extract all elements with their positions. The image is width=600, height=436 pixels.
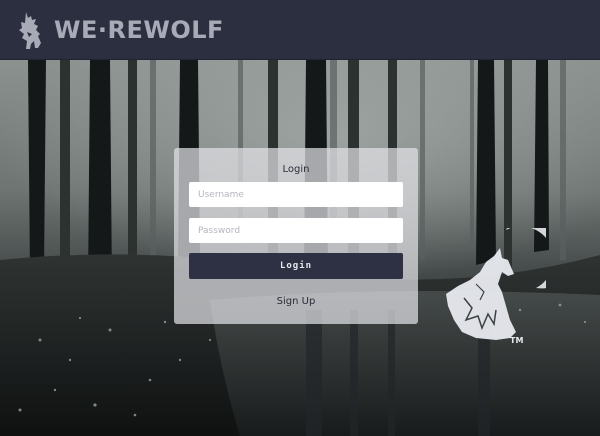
brand-name: WE·REWOLF bbox=[54, 16, 224, 44]
top-bar: WE·REWOLF bbox=[0, 0, 600, 60]
login-panel: Login Login Sign Up bbox=[174, 148, 418, 324]
werewolf-icon bbox=[19, 12, 41, 49]
trademark-label: TM bbox=[510, 336, 524, 345]
password-input[interactable] bbox=[189, 218, 403, 243]
login-title: Login bbox=[282, 164, 310, 175]
howling-wolf-moon-icon bbox=[446, 228, 546, 340]
sign-up-link[interactable]: Sign Up bbox=[174, 295, 418, 309]
brand-logo[interactable]: WE·REWOLF bbox=[16, 10, 224, 50]
username-input[interactable] bbox=[189, 182, 403, 207]
login-button[interactable]: Login bbox=[189, 253, 403, 279]
